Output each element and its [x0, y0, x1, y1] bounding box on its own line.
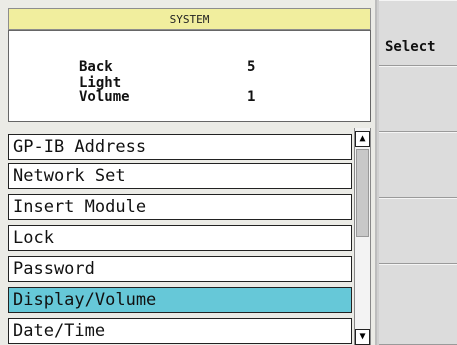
- softkey-select[interactable]: Select: [379, 0, 457, 66]
- system-info-box: Back Light 5 Volume 1: [8, 30, 371, 122]
- menu-item-network-set[interactable]: Network Set: [8, 163, 352, 189]
- back-light-label: Back Light: [79, 59, 122, 91]
- system-header: SYSTEM: [8, 8, 371, 30]
- volume-label: Volume: [79, 89, 130, 105]
- scroll-thumb[interactable]: [356, 149, 369, 237]
- menu-item-password[interactable]: Password: [8, 256, 352, 282]
- scroll-up-icon[interactable]: ▲: [355, 131, 370, 147]
- left-panel: SYSTEM Back Light 5 Volume 1 GP-IB Addre…: [0, 0, 375, 345]
- menu-item-date-time[interactable]: Date/Time: [8, 318, 352, 344]
- softkey-2[interactable]: [379, 66, 457, 132]
- menu-item-lock[interactable]: Lock: [8, 225, 352, 251]
- softkey-3[interactable]: [379, 132, 457, 198]
- volume-value: 1: [247, 89, 256, 105]
- menu-item-display-volume[interactable]: Display/Volume: [8, 287, 352, 313]
- softkey-select-label: Select: [385, 39, 436, 55]
- softkey-5[interactable]: [379, 264, 457, 345]
- menu-scrollbar[interactable]: ▲ ▼: [354, 128, 371, 345]
- system-menu-list: GP-IB Address Network Set Insert Module …: [8, 128, 352, 345]
- back-light-value: 5: [247, 59, 256, 75]
- menu-item-gpib-address[interactable]: GP-IB Address: [8, 134, 352, 160]
- scroll-down-icon[interactable]: ▼: [355, 329, 370, 345]
- menu-item-insert-module[interactable]: Insert Module: [8, 194, 352, 220]
- softkey-4[interactable]: [379, 198, 457, 264]
- softkey-panel: Select: [375, 0, 457, 345]
